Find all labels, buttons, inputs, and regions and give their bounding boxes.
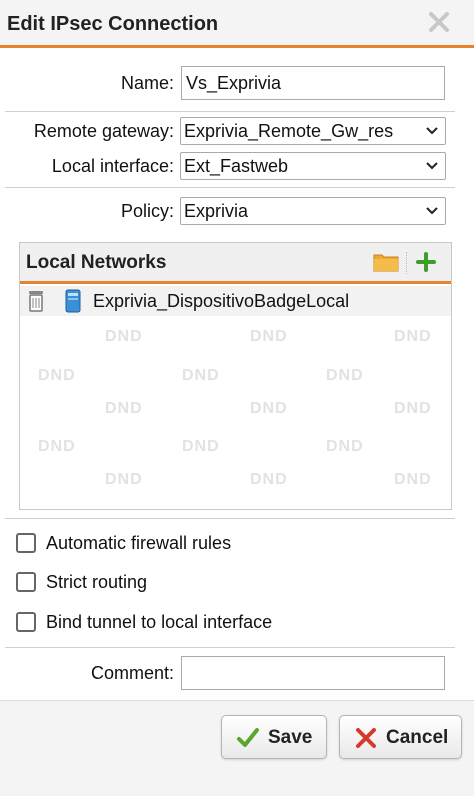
policy-label: Policy: [120,201,174,221]
remote-gateway-label: Remote gateway: [33,121,174,141]
network-host-icon [65,289,81,313]
dnd-watermark: DND [105,471,143,488]
dnd-watermark: DND [250,328,288,345]
cancel-button[interactable]: Cancel [339,715,462,759]
chevron-down-icon [426,127,438,135]
local-network-label: Exprivia_DispositivoBadgeLocal [93,291,350,311]
checkbox-label: Bind tunnel to local interface [46,612,273,632]
header-divider [406,252,408,274]
add-icon[interactable] [415,251,437,273]
remote-gateway-value: Exprivia_Remote_Gw_res [184,121,394,141]
save-button[interactable]: Save [221,715,327,759]
remote-gateway-select[interactable]: Exprivia_Remote_Gw_res [180,117,446,145]
divider [5,111,455,112]
local-interface-value: Ext_Fastweb [184,156,289,176]
checkbox-box[interactable] [16,533,36,553]
dnd-watermark: DND [105,400,143,417]
dnd-watermark: DND [394,400,432,417]
policy-select[interactable]: Exprivia [180,197,446,225]
divider [5,187,455,188]
list-item[interactable]: Exprivia_DispositivoBadgeLocal [20,286,451,316]
folder-icon[interactable] [373,252,399,272]
dnd-watermark: DND [326,438,364,455]
local-networks-header: Local Networks [20,243,451,284]
dialog-footer: Save Cancel [0,700,474,796]
dnd-watermark: DND [394,328,432,345]
local-networks-panel: Local Networks Exprivia_DispositivoBadge… [19,242,452,510]
dnd-watermark: DND [182,367,220,384]
dnd-watermark: DND [182,438,220,455]
dialog-titlebar: Edit IPsec Connection [0,0,474,48]
checkbox-box[interactable] [16,572,36,592]
checkbox-label: Strict routing [46,572,148,592]
local-interface-label: Local interface: [51,156,174,176]
close-icon[interactable] [426,9,452,35]
checkbox-label: Automatic firewall rules [46,533,232,553]
comment-input[interactable] [181,656,445,690]
cancel-button-label: Cancel [386,727,449,748]
dnd-watermark: DND [38,367,76,384]
local-networks-title: Local Networks [26,252,167,273]
local-interface-select[interactable]: Ext_Fastweb [180,152,446,180]
divider [5,647,455,648]
dialog-title: Edit IPsec Connection [7,13,219,35]
checkbox-box[interactable] [16,612,36,632]
dnd-watermark: DND [326,367,364,384]
save-button-label: Save [268,727,313,748]
divider [5,518,455,519]
dnd-watermark: DND [105,328,143,345]
dnd-watermark: DND [250,471,288,488]
chevron-down-icon [426,162,438,170]
name-input[interactable] [181,66,445,100]
checkmark-icon [237,728,259,747]
dnd-watermark: DND [250,400,288,417]
trash-icon[interactable] [28,290,44,312]
name-label: Name: [120,73,174,93]
x-icon [356,728,376,748]
dnd-watermark: DND [394,471,432,488]
edit-ipsec-dialog: Edit IPsec Connection Name: Remote gatew… [0,0,474,796]
dnd-watermark: DND [38,438,76,455]
policy-value: Exprivia [184,201,249,221]
chevron-down-icon [426,207,438,215]
comment-label: Comment: [90,663,174,683]
